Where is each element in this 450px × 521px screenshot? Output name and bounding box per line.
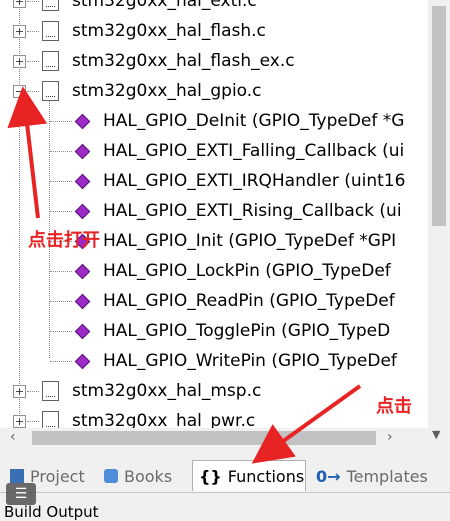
annotation-arrow-up — [7, 86, 48, 219]
annotation-arrows — [7, 86, 362, 464]
annotation-arrow-down — [251, 384, 362, 464]
